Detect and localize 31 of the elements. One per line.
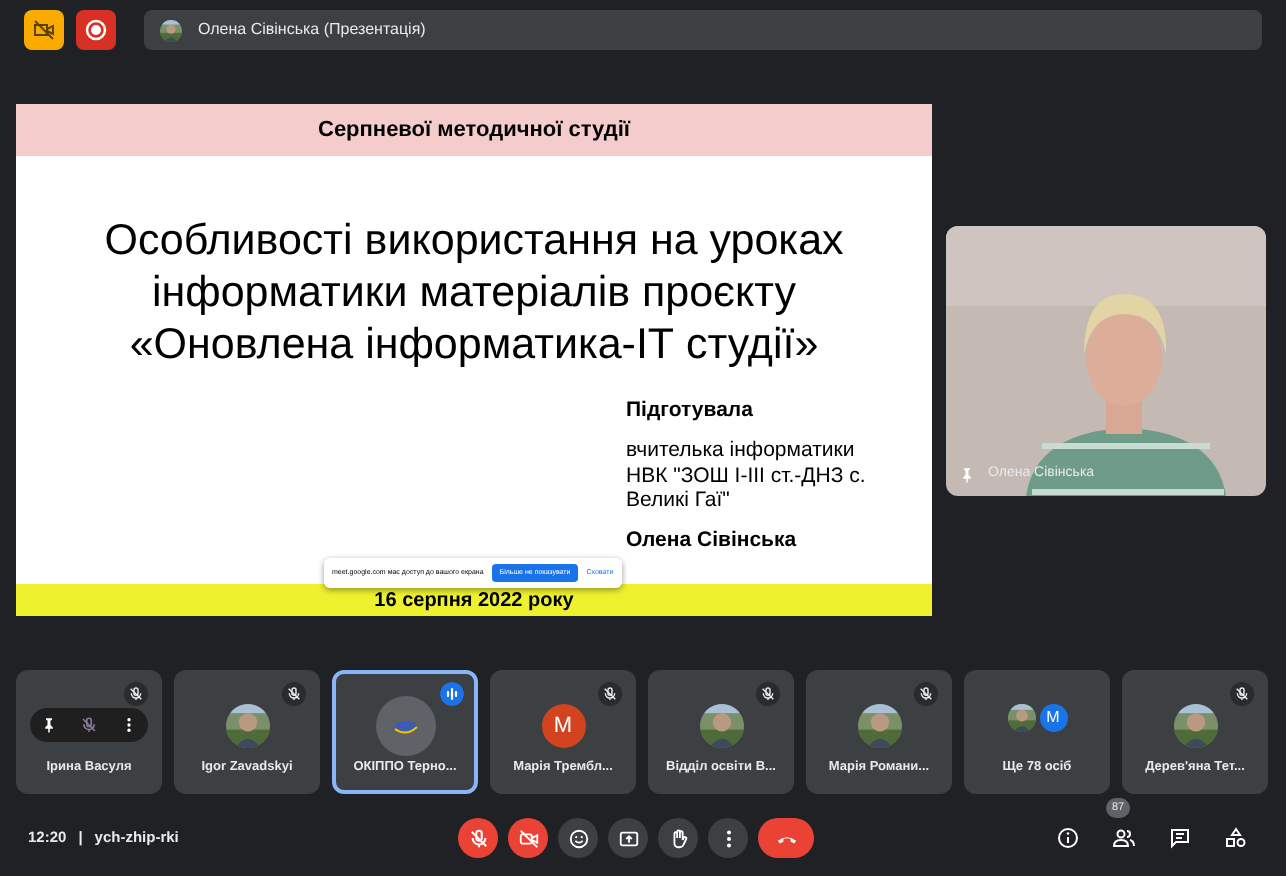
- prepared-by-label: Підготувала: [626, 398, 755, 423]
- avatar-initial: M: [541, 704, 585, 748]
- teacher-position: вчителька інформатики НВК "ЗОШ І-ІІІ ст.-ДНЗ с. Великі Гаї": [626, 438, 868, 512]
- slide-header: Серпневої методичної студії: [16, 104, 932, 156]
- mic-button[interactable]: [458, 818, 498, 858]
- author-name: Олена Сівінська: [626, 527, 799, 552]
- more-button[interactable]: [708, 818, 748, 858]
- camera-off-icon: [32, 18, 56, 42]
- slide-title: Особливості використання на уроках інформатики матеріалів проєкту «Оновлена інформатика-ІТ студії»: [102, 216, 846, 371]
- mic-off-icon: [467, 827, 489, 849]
- emoji-button[interactable]: [558, 818, 598, 858]
- slide-date: 16 серпня 2022 року: [16, 584, 932, 616]
- record-icon: [84, 18, 108, 42]
- speaking-icon: [440, 682, 464, 706]
- camera-button[interactable]: [508, 818, 548, 858]
- hand-icon: [667, 827, 689, 849]
- activities-icon[interactable]: [1224, 826, 1248, 850]
- hand-button[interactable]: [658, 818, 698, 858]
- presenter-label: Олена Сівінська (Презентація): [198, 18, 426, 42]
- chat-icon[interactable]: [1168, 826, 1192, 850]
- people-icon[interactable]: [1112, 826, 1136, 850]
- avatar-initial: M: [1039, 704, 1067, 732]
- present-button[interactable]: [608, 818, 648, 858]
- emoji-icon: [567, 827, 589, 849]
- hangup-button[interactable]: [758, 818, 814, 858]
- info-icon[interactable]: [1056, 826, 1080, 850]
- camera-off-icon: [517, 827, 539, 849]
- pin-icon[interactable]: [40, 716, 59, 734]
- record-button[interactable]: [76, 10, 116, 50]
- present-screen-icon: [617, 827, 639, 849]
- mic-off-icon[interactable]: [79, 716, 98, 734]
